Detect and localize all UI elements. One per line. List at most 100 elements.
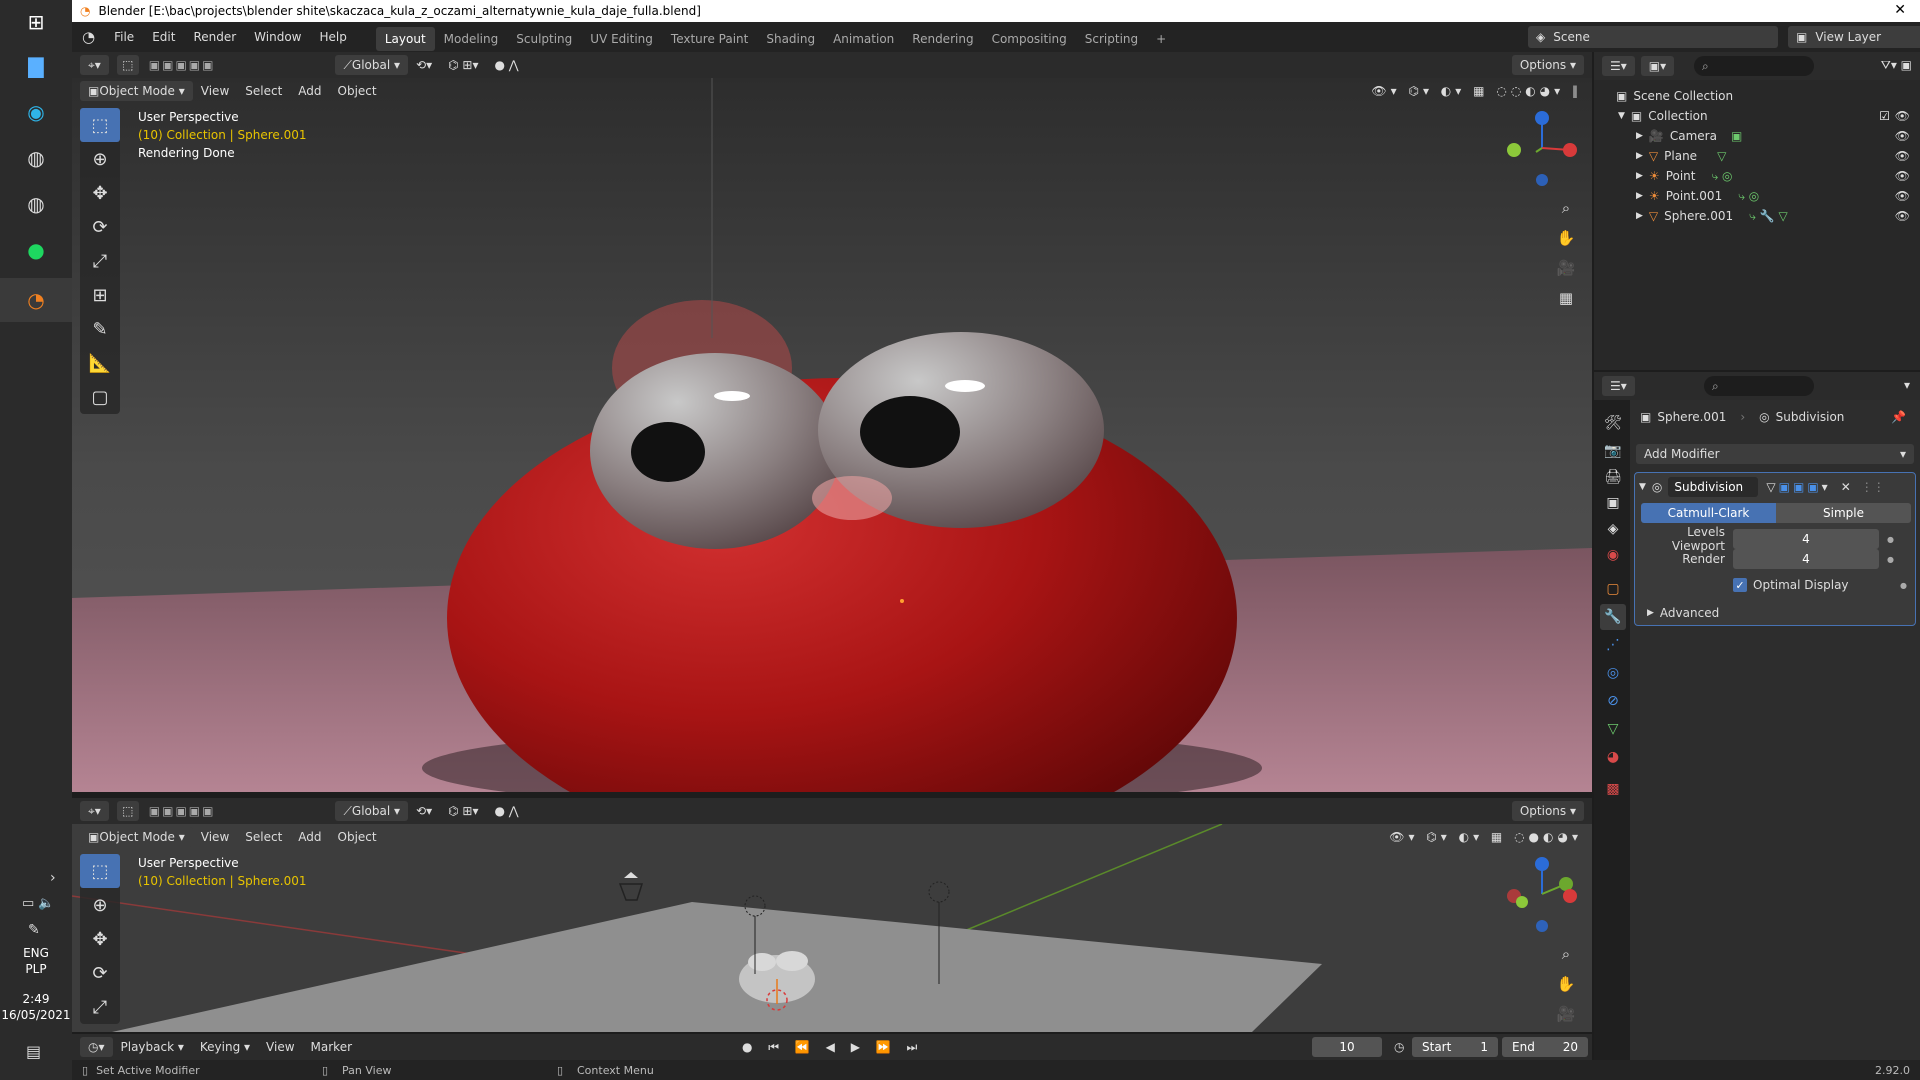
menu-object-bottom[interactable]: Object xyxy=(330,830,385,844)
steam-icon[interactable]: ◍ xyxy=(18,140,54,176)
expand-arrow-icon[interactable]: ▶ xyxy=(1636,131,1643,141)
notification-icon[interactable]: ▤ xyxy=(26,1042,41,1061)
steam-icon-2[interactable]: ◍ xyxy=(18,186,54,222)
move-tool-icon-bottom[interactable]: ✥ xyxy=(80,922,120,956)
transform-orientation-dropdown-bottom[interactable]: ⟋ Global ▾ xyxy=(335,801,409,821)
start-frame-field[interactable]: Start 1 xyxy=(1412,1037,1498,1057)
current-frame-field[interactable]: 10 xyxy=(1312,1037,1382,1057)
render-tab-icon[interactable]: 📷 xyxy=(1600,438,1626,464)
move-tool-icon[interactable]: ✥ xyxy=(80,176,120,210)
tab-compositing[interactable]: Compositing xyxy=(983,27,1076,51)
outliner-item-plane[interactable]: ▶ ▽ Plane ▽ 👁 xyxy=(1594,146,1920,166)
add-modifier-dropdown[interactable]: Add Modifier ▾ xyxy=(1636,444,1914,464)
marker-menu[interactable]: Marker xyxy=(303,1040,360,1054)
tab-modeling[interactable]: Modeling xyxy=(435,27,508,51)
keying-menu[interactable]: Keying ▾ xyxy=(192,1040,258,1054)
visibility-eye-icon[interactable]: 👁 xyxy=(1895,129,1910,143)
selection-mode-icons[interactable]: ▣▣▣▣▣ xyxy=(149,58,216,72)
object-mode-dropdown-bottom[interactable]: ▣ Object Mode ▾ xyxy=(80,827,193,847)
visibility-eye-icon[interactable]: 👁 xyxy=(1895,169,1910,183)
tray-icons[interactable]: ▭ 🔈 xyxy=(22,896,55,911)
outliner-collection[interactable]: ▼ ▣ Collection ☑ 👁 xyxy=(1594,106,1920,126)
proportional-edit-icon[interactable]: ● ⋀ xyxy=(486,58,526,72)
tab-texture-paint[interactable]: Texture Paint xyxy=(662,27,757,51)
modifier-toggle-icons[interactable]: ▽▣▣▣▾ xyxy=(1766,480,1830,494)
select-tool-icon-bottom[interactable]: ⬚ xyxy=(80,854,120,888)
pivot-icon-bottom[interactable]: ⟲▾ xyxy=(408,804,440,818)
catmull-clark-button[interactable]: Catmull-Clark xyxy=(1641,503,1776,523)
pan-hand-icon-bottom[interactable]: ✋ xyxy=(1552,970,1580,998)
keyframe-dot-icon[interactable]: ● xyxy=(1900,581,1907,590)
viewport-solid[interactable]: ▣ Object Mode ▾ View Select Add Object 👁… xyxy=(72,824,1592,1032)
view-layer-selector[interactable]: ▣ View Layer xyxy=(1788,26,1920,48)
expand-arrow-icon[interactable]: ▶ xyxy=(1636,151,1643,161)
scale-tool-icon[interactable]: ⤢ xyxy=(80,244,120,278)
filter-icon[interactable]: ⛛▾ ▣ xyxy=(1881,58,1912,73)
clock-time[interactable]: 2:49 xyxy=(0,992,72,1006)
chevron-right-icon[interactable]: › xyxy=(50,870,56,886)
end-frame-field[interactable]: End 20 xyxy=(1502,1037,1588,1057)
scene-tab-icon[interactable]: ◈ xyxy=(1600,516,1626,542)
measure-tool-icon[interactable]: 📐 xyxy=(80,346,120,380)
keyframe-dot-icon[interactable]: ● xyxy=(1887,555,1894,564)
menu-file[interactable]: File xyxy=(105,22,143,52)
output-tab-icon[interactable]: 🖨 xyxy=(1600,464,1626,490)
menu-edit[interactable]: Edit xyxy=(143,22,184,52)
lang-label[interactable]: ENG xyxy=(0,946,72,960)
remove-modifier-icon[interactable]: ✕ xyxy=(1841,480,1851,494)
snap-icon-bottom[interactable]: ⌬ ⊞▾ xyxy=(440,804,486,818)
viewport-rendered[interactable]: ▣ Object Mode ▾ View Select Add Object 👁… xyxy=(72,78,1592,792)
drag-handle-icon[interactable]: ⋮⋮ xyxy=(1861,480,1885,494)
menu-window[interactable]: Window xyxy=(245,22,310,52)
keyframe-dot-icon[interactable]: ● xyxy=(1887,535,1894,544)
clock-date[interactable]: 16/05/2021 xyxy=(0,1008,72,1022)
modifier-tab-icon[interactable]: 🔧 xyxy=(1600,604,1626,630)
texture-tab-icon[interactable]: ▩ xyxy=(1600,776,1626,802)
constraints-tab-icon[interactable]: ⊘ xyxy=(1600,688,1626,714)
cursor-tool-icon-bottom[interactable]: ⊕ xyxy=(80,888,120,922)
object-mode-dropdown[interactable]: ▣ Object Mode ▾ xyxy=(80,81,193,101)
pan-hand-icon[interactable]: ✋ xyxy=(1552,224,1580,252)
add-workspace-button[interactable]: + xyxy=(1147,27,1175,51)
outliner-item-camera[interactable]: ▶ 🎥 Camera ▣ 👁 xyxy=(1594,126,1920,146)
material-tab-icon[interactable]: ◕ xyxy=(1600,744,1626,770)
properties-search-input[interactable]: ⌕ xyxy=(1704,376,1814,396)
levels-viewport-field[interactable]: 4 xyxy=(1733,529,1879,549)
particles-tab-icon[interactable]: ⋰ xyxy=(1600,632,1626,658)
expand-arrow-icon[interactable]: ▼ xyxy=(1618,111,1625,121)
view-layer-tab-icon[interactable]: ▣ xyxy=(1600,490,1626,516)
properties-editor-icon[interactable]: ☰▾ xyxy=(1602,376,1635,396)
tab-sculpting[interactable]: Sculpting xyxy=(507,27,581,51)
blender-taskbar-icon[interactable]: ◔ xyxy=(0,278,72,322)
tool-tab-icon[interactable]: 🛠 xyxy=(1600,410,1626,436)
physics-tab-icon[interactable]: ◎ xyxy=(1600,660,1626,686)
tab-shading[interactable]: Shading xyxy=(757,27,824,51)
tab-uv-editing[interactable]: UV Editing xyxy=(581,27,662,51)
menu-add[interactable]: Add xyxy=(290,84,329,98)
visibility-eye-icon[interactable]: 👁 xyxy=(1895,189,1910,203)
select-box-icon[interactable]: ⬚ xyxy=(116,55,139,75)
object-tab-icon[interactable]: ▢ xyxy=(1600,576,1626,602)
spotify-icon[interactable]: ● xyxy=(18,232,54,268)
menu-render[interactable]: Render xyxy=(184,22,245,52)
outliner-item-sphere-001[interactable]: ▶ ▽ Sphere.001 ⤷ 🔧 ▽ 👁 xyxy=(1594,206,1920,226)
outliner-item-point-001[interactable]: ▶ ☀ Point.001 ⤷ ◎ 👁 xyxy=(1594,186,1920,206)
timeline-editor-icon[interactable]: ◷▾ xyxy=(80,1037,113,1057)
cursor-tool-icon[interactable]: ⊕ xyxy=(80,142,120,176)
annotate-tool-icon[interactable]: ✎ xyxy=(80,312,120,346)
playback-controls[interactable]: ● ⏮ ⏪ ◀ ▶ ⏩ ⏭ xyxy=(742,1040,923,1055)
render-levels-field[interactable]: 4 xyxy=(1733,549,1879,569)
tab-layout[interactable]: Layout xyxy=(375,26,435,51)
advanced-subpanel[interactable]: ▶ Advanced xyxy=(1647,603,1719,623)
camera-view-icon[interactable]: 🎥 xyxy=(1552,254,1580,282)
layout-label[interactable]: PLP xyxy=(0,962,72,976)
expand-arrow-icon[interactable]: ▶ xyxy=(1636,171,1643,181)
transform-orientation-dropdown[interactable]: ⟋ Global ▾ xyxy=(335,55,409,75)
simple-button[interactable]: Simple xyxy=(1776,503,1911,523)
visibility-eye-icon[interactable]: 👁 xyxy=(1895,109,1910,123)
expand-arrow-icon[interactable]: ▶ xyxy=(1636,191,1643,201)
menu-help[interactable]: Help xyxy=(311,22,356,52)
transform-tool-icon[interactable]: ⊞ xyxy=(80,278,120,312)
windows-start-icon[interactable]: ⊞ xyxy=(18,4,54,40)
options-dropdown[interactable]: Options ▾ xyxy=(1511,55,1584,75)
